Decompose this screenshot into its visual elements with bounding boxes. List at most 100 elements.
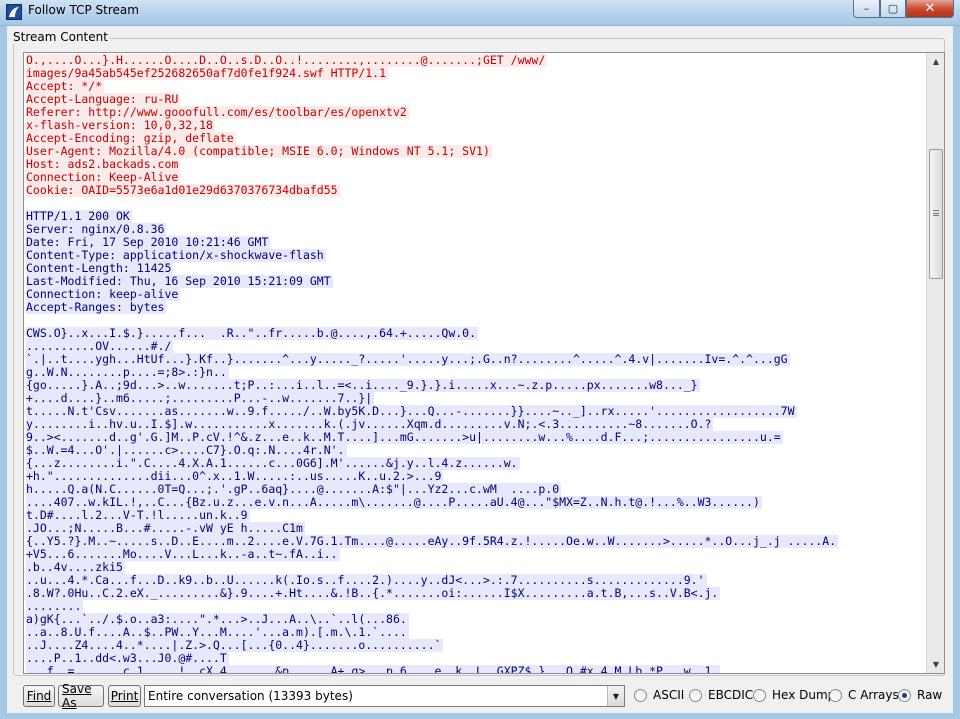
- stream-line-text: Last-Modified: Thu, 16 Sep 2010 15:21:09…: [26, 275, 333, 288]
- conversation-select-value: Entire conversation (13393 bytes): [148, 689, 353, 703]
- radio-c-arrays-dot[interactable]: [829, 688, 842, 702]
- stream-line-text: +....d....}..m6.....;.........P...-..w..…: [26, 392, 375, 405]
- server-stream-line: +h."..............dii...0^.x..1.W.....:.…: [26, 470, 926, 483]
- stream-line-text: Accept-Ranges: bytes: [26, 301, 167, 314]
- find-button[interactable]: Find: [23, 685, 55, 707]
- radio-ebcdic-label: EBCDIC: [708, 688, 754, 702]
- server-stream-line: +....d....}..m6.....;.........P...-..w..…: [26, 392, 926, 405]
- stream-line-text: Connection: keep-alive: [26, 288, 181, 301]
- radio-hex-dump[interactable]: Hex Dump: [753, 688, 835, 702]
- server-stream-line: Server: nginx/0.8.36: [26, 223, 926, 236]
- stream-line-text: Date: Fri, 17 Sep 2010 10:21:46 GMT: [26, 236, 271, 249]
- stream-text-view[interactable]: O.,....O...}.H......O....D..O..s.D..O..!…: [23, 52, 945, 674]
- server-stream-line: ..u...4.*.Ca...f...D..k9..b..U......k(.I…: [26, 574, 926, 587]
- server-stream-line: Date: Fri, 17 Sep 2010 10:21:46 GMT: [26, 236, 926, 249]
- stream-line-text: HTTP/1.1 200 OK: [26, 210, 132, 223]
- stream-line-text: {..Y5.?}.M..~.....s..D..E....m..2....e.V…: [26, 535, 839, 548]
- server-stream-line: ........: [26, 600, 926, 613]
- stream-line-text: Accept-Language: ru-RU: [26, 93, 181, 106]
- stream-line-text: ........: [26, 600, 84, 613]
- radio-c-arrays-label: C Arrays: [848, 688, 899, 702]
- stream-line-text: a)gK{...`../.$.o..a3:....".*...>..J...A.…: [26, 613, 409, 626]
- scroll-up-arrow-icon[interactable]: ▲: [927, 53, 944, 70]
- stream-line-text: g..W.N........p....=;8>.:}n..: [26, 366, 229, 379]
- server-stream-line: a)gK{...`../.$.o..a3:....".*...>..J...A.…: [26, 613, 926, 626]
- server-stream-line: t.D#....l.2...V-T.!l.....un.k..9: [26, 509, 926, 522]
- stream-content-label: Stream Content: [11, 30, 110, 44]
- stream-line-text: O.,....O...}.H......O....D..O..s.D..O..!…: [26, 54, 548, 67]
- bottom-toolbar: Find Save As Print Entire conversation (…: [7, 682, 953, 710]
- client-stream-line: Accept-Encoding: gzip, deflate: [26, 132, 926, 145]
- stream-line-text: $..W.=4...O'.|......c>....C7}.O.q:.N....…: [26, 444, 347, 457]
- server-stream-line: Connection: keep-alive: [26, 288, 926, 301]
- server-stream-line: Last-Modified: Thu, 16 Sep 2010 15:21:09…: [26, 275, 926, 288]
- print-button[interactable]: Print: [108, 685, 141, 707]
- server-stream-line: g..W.N........p....=;8>.:}n..: [26, 366, 926, 379]
- stream-line-text: Content-Type: application/x-shockwave-fl…: [26, 249, 326, 262]
- stream-line-text: t.D#....l.2...V-T.!l.....un.k..9: [26, 509, 250, 522]
- chevron-down-icon[interactable]: ▼: [607, 686, 624, 706]
- stream-line-text: ..a..8.U.f....A..$..PW..Y...M....'...a.m…: [26, 626, 409, 639]
- server-stream-line: ....407..w.kIL.!,..C...{Bz.u.z...e.v.n..…: [26, 496, 926, 509]
- stream-line-text: CWS.O}..x...I.$.}.....f... .R.."..fr....…: [26, 327, 479, 340]
- maximize-button[interactable]: ▢: [880, 0, 906, 18]
- radio-ebcdic-dot[interactable]: [689, 688, 702, 702]
- server-stream-line: ...f..=.......c.1.....!..cX.4.......&p..…: [26, 665, 926, 673]
- server-stream-line: CWS.O}..x...I.$.}.....f... .R.."..fr....…: [26, 327, 926, 340]
- radio-raw-label: Raw: [917, 688, 943, 702]
- radio-ascii[interactable]: ASCII: [634, 688, 684, 702]
- scroll-thumb[interactable]: [929, 149, 943, 279]
- stream-line-text: h.....Q.a(N.C......0T=Q...;.'.gP..6aq}..…: [26, 483, 562, 496]
- radio-ebcdic[interactable]: EBCDIC: [689, 688, 753, 702]
- radio-ascii-dot[interactable]: [634, 688, 647, 702]
- server-stream-line: 9..><.......d..g'.G.]M..P.cV.!^&.z...e..…: [26, 431, 926, 444]
- server-stream-line: .JO...;N.....B...#.....-.vW yE h.....C1m: [26, 522, 926, 535]
- server-stream-line: ..a..8.U.f....A..$..PW..Y...M....'...a.m…: [26, 626, 926, 639]
- stream-line-text: ..u...4.*.Ca...f...D..k9..b..U......k(.I…: [26, 574, 707, 587]
- stream-text-content[interactable]: O.,....O...}.H......O....D..O..s.D..O..!…: [24, 53, 926, 673]
- stream-line-text: Host: ads2.backads.com: [26, 158, 181, 171]
- vertical-scrollbar[interactable]: ▲ ▼: [926, 53, 944, 673]
- save-as-button[interactable]: Save As: [58, 682, 104, 710]
- server-stream-line: {...z........i.".C....4.X.A.1......c...0…: [26, 457, 926, 470]
- client-stream-line: Host: ads2.backads.com: [26, 158, 926, 171]
- radio-hex-dump-dot[interactable]: [753, 688, 766, 702]
- stream-line-text: .8.W?.0Hu..C.2.eX._.........&}.9....+.Ht…: [26, 587, 721, 600]
- stream-line-text: 9..><.......d..g'.G.]M..P.cV.!^&.z...e..…: [26, 431, 783, 444]
- stream-line-text: {go.....}.A..;9d...>..w.......t;P..:...i…: [26, 379, 700, 392]
- stream-line-text: +h."..............dii...0^.x..1.W.....:.…: [26, 470, 444, 483]
- client-stream-line: User-Agent: Mozilla/4.0 (compatible; MSI…: [26, 145, 926, 158]
- stream-line-text: Accept-Encoding: gzip, deflate: [26, 132, 236, 145]
- stream-line-text: `.|..t....ygh...HtUf...}.Kf..}.......^..…: [26, 353, 790, 366]
- minimize-button[interactable]: –: [853, 0, 880, 18]
- conversation-select[interactable]: Entire conversation (13393 bytes) ▼: [144, 685, 625, 707]
- title-bar: Follow TCP Stream – ▢ ✕: [0, 0, 960, 26]
- server-stream-line: $..W.=4...O'.|......c>....C7}.O.q:.N....…: [26, 444, 926, 457]
- server-stream-line: t.....N.t'Csv.......as.......w..9.f.....…: [26, 405, 926, 418]
- client-stream-line: images/9a45ab545ef252682650af7d0fe1f924.…: [26, 67, 926, 80]
- client-stream-line: x-flash-version: 10,0,32,18: [26, 119, 926, 132]
- radio-raw-dot[interactable]: [898, 688, 911, 702]
- stream-line-text: Referer: http://www.gooofull.com/es/tool…: [26, 106, 409, 119]
- radio-raw[interactable]: Raw: [898, 688, 942, 702]
- server-stream-line: .b..4v....zki5: [26, 561, 926, 574]
- stream-line-text: Accept: */*: [26, 80, 105, 93]
- server-stream-line: HTTP/1.1 200 OK: [26, 210, 926, 223]
- radio-hex-dump-label: Hex Dump: [772, 688, 836, 702]
- server-stream-line: {..Y5.?}.M..~.....s..D..E....m..2....e.V…: [26, 535, 926, 548]
- server-stream-line: .8.W?.0Hu..C.2.eX._.........&}.9....+.Ht…: [26, 587, 926, 600]
- scroll-down-arrow-icon[interactable]: ▼: [927, 656, 944, 673]
- server-stream-line: h.....Q.a(N.C......0T=Q...;.'.gP..6aq}..…: [26, 483, 926, 496]
- server-stream-line: +V5...6.......Mo....V...L...k..-a..t~.fA…: [26, 548, 926, 561]
- stream-line-text: Server: nginx/0.8.36: [26, 223, 167, 236]
- window-title: Follow TCP Stream: [28, 3, 139, 17]
- blank-line: [26, 197, 926, 210]
- client-stream-line: Accept: */*: [26, 80, 926, 93]
- radio-c-arrays[interactable]: C Arrays: [829, 688, 899, 702]
- stream-line-text: User-Agent: Mozilla/4.0 (compatible; MSI…: [26, 145, 492, 158]
- client-stream-line: O.,....O...}.H......O....D..O..s.D..O..!…: [26, 54, 926, 67]
- stream-line-text: ..J....Z4....4..*....|.Z.>.Q...[...{0..4…: [26, 639, 444, 652]
- close-button[interactable]: ✕: [906, 0, 954, 18]
- stream-line-text: Connection: Keep-Alive: [26, 171, 181, 184]
- server-stream-line: y........i..hv.u..I.$].w...........x....…: [26, 418, 926, 431]
